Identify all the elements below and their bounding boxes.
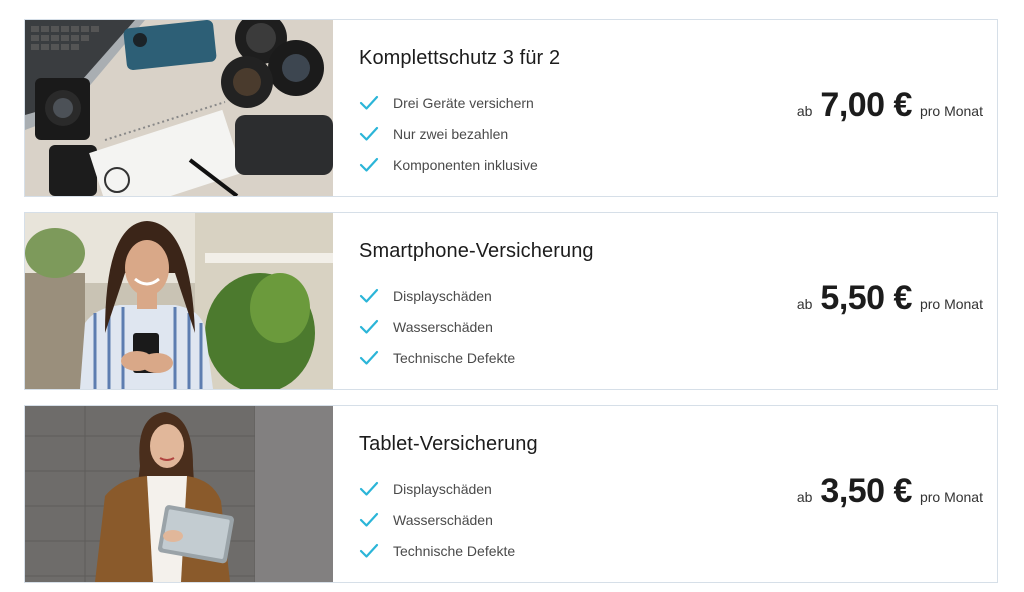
feature-label: Wasserschäden [393, 318, 493, 335]
feature-item: Displayschäden [359, 473, 515, 504]
feature-item: Wasserschäden [359, 504, 515, 535]
check-icon [359, 95, 379, 110]
price-amount: 7,00 € [820, 86, 912, 124]
feature-list: Displayschäden Wasserschäden Technische … [359, 280, 515, 373]
price-prefix: ab [796, 489, 813, 505]
feature-label: Wasserschäden [393, 511, 493, 528]
product-card-tablet[interactable]: Tablet-Versicherung Displayschäden Wasse… [24, 405, 998, 583]
price-suffix: pro Monat [919, 296, 983, 312]
feature-label: Technische Defekte [393, 349, 516, 366]
feature-item: Komponenten inklusive [359, 149, 538, 180]
product-title: Tablet-Versicherung [359, 433, 538, 455]
product-card-smartphone[interactable]: Smartphone-Versicherung Displayschäden W… [24, 212, 998, 390]
feature-item: Technische Defekte [359, 535, 515, 566]
feature-item: Wasserschäden [359, 311, 515, 342]
price-amount: 5,50 € [820, 279, 912, 317]
price-suffix: pro Monat [919, 489, 983, 505]
product-title: Smartphone-Versicherung [359, 240, 594, 262]
check-icon [359, 157, 379, 172]
feature-item: Technische Defekte [359, 342, 515, 373]
feature-list: Displayschäden Wasserschäden Technische … [359, 473, 515, 566]
feature-list: Drei Geräte versichern Nur zwei bezahlen… [359, 87, 538, 180]
feature-item: Nur zwei bezahlen [359, 118, 538, 149]
price-block: ab 3,50 € pro Monat [797, 472, 983, 511]
feature-item: Drei Geräte versichern [359, 87, 538, 118]
feature-label: Technische Defekte [393, 542, 516, 559]
price-block: ab 7,00 € pro Monat [797, 86, 983, 125]
product-info: Komplettschutz 3 für 2 Drei Geräte versi… [333, 20, 997, 196]
feature-item: Displayschäden [359, 280, 515, 311]
product-card-komplettschutz[interactable]: Komplettschutz 3 für 2 Drei Geräte versi… [24, 19, 998, 197]
product-info: Tablet-Versicherung Displayschäden Wasse… [333, 406, 997, 582]
check-icon [359, 126, 379, 141]
product-image-tablet [25, 406, 333, 582]
feature-label: Displayschäden [393, 480, 492, 497]
check-icon [359, 481, 379, 496]
price-prefix: ab [796, 103, 813, 119]
check-icon [359, 350, 379, 365]
product-image-smartphone [25, 213, 333, 389]
product-info: Smartphone-Versicherung Displayschäden W… [333, 213, 997, 389]
product-title: Komplettschutz 3 für 2 [359, 47, 561, 69]
check-icon [359, 288, 379, 303]
product-image-cameras [25, 20, 333, 196]
price-amount: 3,50 € [820, 472, 912, 510]
feature-label: Drei Geräte versichern [393, 94, 534, 111]
feature-label: Displayschäden [393, 287, 492, 304]
check-icon [359, 319, 379, 334]
price-suffix: pro Monat [919, 103, 983, 119]
check-icon [359, 512, 379, 527]
price-block: ab 5,50 € pro Monat [797, 279, 983, 318]
check-icon [359, 543, 379, 558]
price-prefix: ab [796, 296, 813, 312]
feature-label: Komponenten inklusive [393, 156, 538, 173]
feature-label: Nur zwei bezahlen [393, 125, 509, 142]
